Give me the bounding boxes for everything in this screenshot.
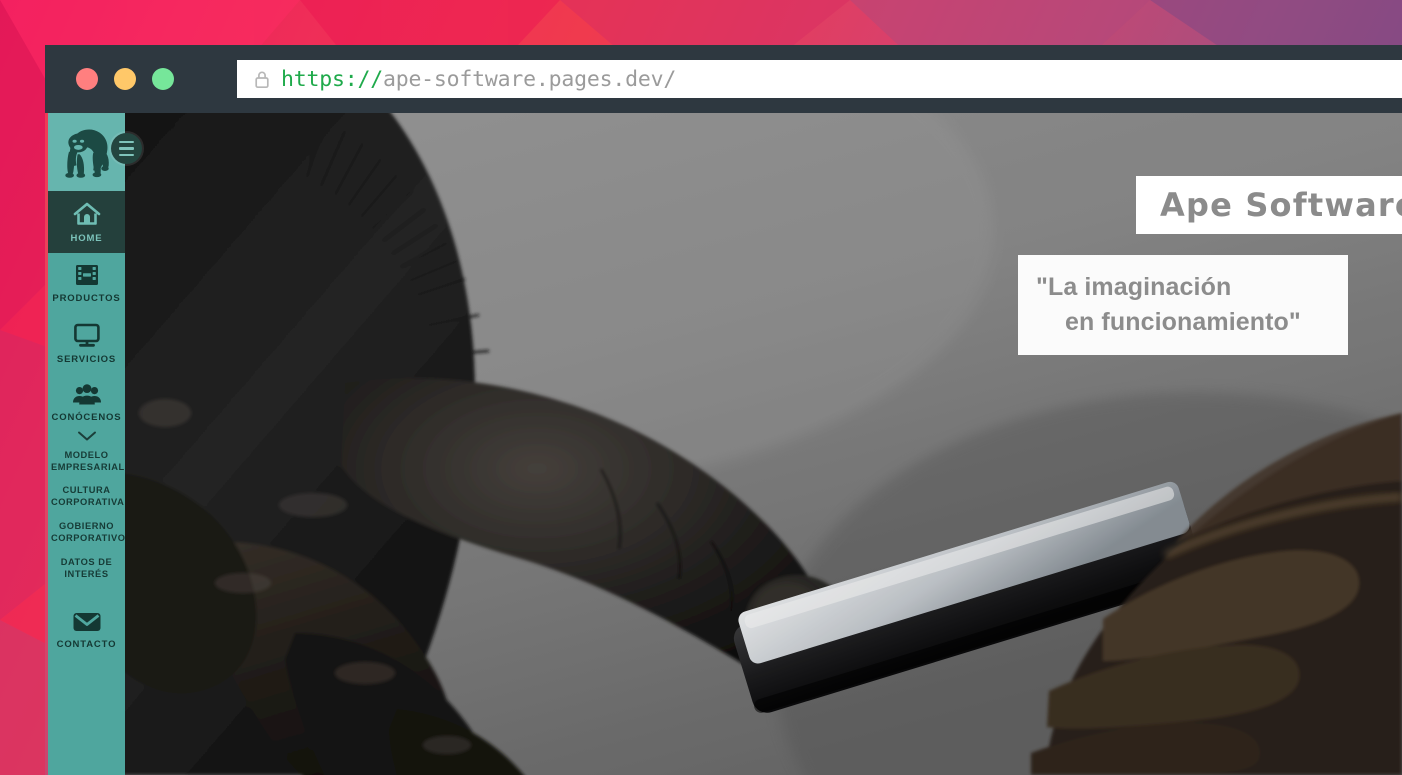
sidebar-subitem-label: GOBIERNO CORPORATIVO [51, 521, 126, 544]
sidebar-item-servicios[interactable]: SERVICIOS [48, 313, 125, 374]
minimize-window-button[interactable] [114, 68, 136, 90]
hero-title-band: Ape Software [1136, 176, 1402, 234]
sidebar-item-contacto[interactable]: CONTACTO [48, 601, 125, 659]
browser-titlebar: https://ape-software.pages.dev/ [45, 45, 1402, 113]
film-icon [75, 264, 98, 285]
url-scheme: https:// [281, 66, 383, 92]
sidebar-subitem-datos-de-interes[interactable]: DATOS DE INTERÉS [48, 551, 125, 587]
sidebar-subitem-modelo-empresarial[interactable]: MODELO EMPRESARIAL [48, 444, 125, 480]
sidebar-nav: HOME PRODUCTOS SERVICIOS CONÓCENOS MODEL… [48, 113, 142, 775]
address-bar[interactable]: https://ape-software.pages.dev/ [237, 60, 1402, 98]
monitor-icon [73, 323, 100, 347]
sidebar-item-label: PRODUCTOS [52, 292, 121, 304]
lock-icon [255, 71, 269, 88]
hero-quote-line-1: "La imaginación [1036, 272, 1232, 301]
gorilla-logo [64, 129, 109, 178]
sidebar-item-label: CONTACTO [56, 638, 117, 650]
url-host: ape-software.pages.dev/ [382, 66, 677, 92]
envelope-icon [73, 612, 100, 631]
url-text: https://ape-software.pages.dev/ [281, 67, 676, 92]
hamburger-icon[interactable] [111, 133, 142, 164]
people-icon [72, 383, 101, 405]
page-viewport: HOME PRODUCTOS SERVICIOS CONÓCENOS MODEL… [45, 113, 1402, 775]
sidebar-subitem-gobierno-corporativo[interactable]: GOBIERNO CORPORATIVO [48, 515, 125, 551]
sidebar-item-label: CONÓCENOS [51, 411, 122, 423]
hero-quote-box: "La imaginación en funcionamiento" [1018, 255, 1348, 355]
sidebar-subitem-label: CULTURA CORPORATIVA [51, 485, 125, 508]
maximize-window-button[interactable] [152, 68, 174, 90]
sidebar-item-home[interactable]: HOME [48, 191, 125, 253]
sidebar-subitem-label: MODELO EMPRESARIAL [51, 449, 125, 472]
accent-strip [45, 113, 48, 775]
sidebar-subitem-label: DATOS DE INTERÉS [60, 557, 113, 579]
chevron-down-icon[interactable] [77, 430, 97, 442]
sidebar-item-label: SERVICIOS [56, 353, 117, 365]
window-controls [45, 68, 174, 90]
home-icon [73, 202, 100, 225]
sidebar-item-conocenos[interactable]: CONÓCENOS [48, 374, 125, 432]
sidebar-logo[interactable] [48, 113, 142, 191]
sidebar-subitem-cultura-corporativa[interactable]: CULTURA CORPORATIVA [48, 479, 125, 515]
sidebar-item-label: HOME [70, 233, 103, 244]
hero-quote-line-2: en funcionamiento" [1065, 308, 1301, 336]
browser-window: https://ape-software.pages.dev/ HOME PRO… [45, 45, 1402, 775]
page-title: Ape Software [1160, 186, 1402, 224]
sidebar-item-productos[interactable]: PRODUCTOS [48, 253, 125, 313]
close-window-button[interactable] [76, 68, 98, 90]
desktop-background: https://ape-software.pages.dev/ HOME PRO… [0, 0, 1402, 775]
